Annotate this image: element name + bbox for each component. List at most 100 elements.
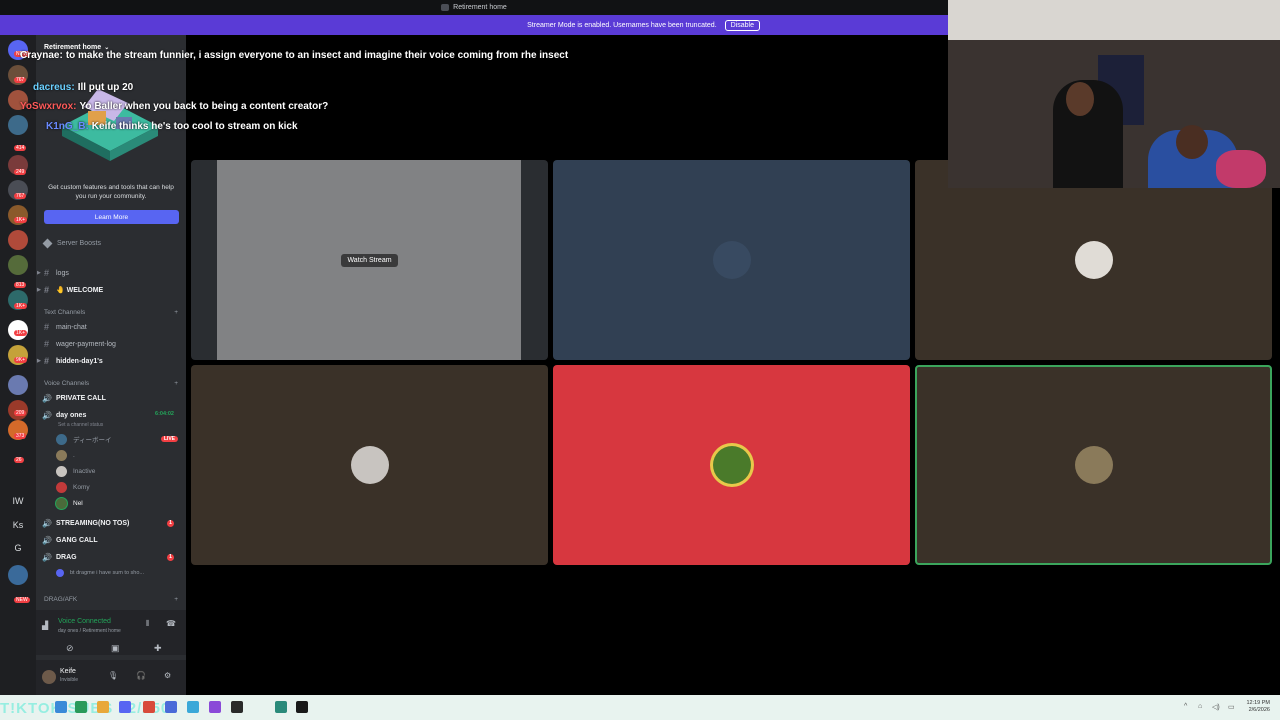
battery-icon[interactable]: ▭ — [1228, 703, 1235, 711]
avatar — [56, 465, 67, 477]
avatar — [56, 497, 67, 509]
server-badge: 1K+ — [14, 330, 28, 336]
voice-channel-private-call[interactable]: 🔊 PRIVATE CALL — [42, 391, 180, 405]
channel-wager-payment-log[interactable]: # wager-payment-log — [42, 337, 180, 351]
server-icon[interactable] — [8, 255, 28, 275]
screen-share-icon[interactable]: ▣ — [111, 643, 120, 654]
learn-more-button[interactable]: Learn More — [44, 210, 179, 224]
voice-channel-drag[interactable]: 🔊 DRAG 1 — [42, 550, 180, 564]
plus-icon[interactable]: + — [174, 596, 178, 603]
plus-icon[interactable]: + — [174, 380, 178, 387]
chat-message: K1nG_B: Keife thinks he's too cool to str… — [46, 121, 298, 132]
server-icon[interactable] — [8, 230, 28, 250]
category-voice-channels[interactable]: Voice Channels + — [44, 380, 178, 387]
disconnect-icon[interactable]: ☎ — [166, 619, 176, 628]
server-initials[interactable]: G — [0, 543, 36, 553]
app-icon[interactable] — [55, 701, 67, 713]
app-icon[interactable] — [296, 701, 308, 713]
headphones-icon[interactable]: 🎧 — [136, 671, 146, 680]
voice-channel-day-ones[interactable]: 🔊 day ones 6:04:02 — [42, 408, 180, 422]
set-channel-status[interactable]: Set a channel status — [58, 422, 103, 428]
server-initials[interactable]: Ks — [0, 520, 36, 530]
noise-suppression-icon[interactable]: ⦀ — [146, 619, 150, 629]
server-icon[interactable] — [8, 565, 28, 585]
server-initials[interactable]: IW — [0, 496, 36, 506]
obs-icon[interactable] — [231, 701, 243, 713]
participant-tile[interactable] — [191, 365, 548, 565]
plus-icon[interactable]: + — [174, 309, 178, 316]
server-icon[interactable] — [8, 375, 28, 395]
folder-icon[interactable] — [97, 701, 109, 713]
streamer-mode-message: Streamer Mode is enabled. Usernames have… — [527, 21, 717, 29]
avatar — [1074, 241, 1113, 279]
server-badge: 209 — [14, 410, 27, 416]
microphone-icon[interactable]: 🎙 — [108, 671, 118, 680]
speaker-icon: 🔊 — [42, 411, 52, 420]
voice-member[interactable]: Komy — [56, 480, 180, 494]
avatar — [712, 241, 751, 279]
voice-member[interactable]: Nel — [56, 496, 180, 510]
hash-icon: # — [43, 285, 49, 295]
avatar — [56, 569, 64, 577]
live-badge: LIVE — [160, 436, 178, 442]
discord-icon[interactable] — [119, 701, 131, 713]
voice-channel-gang-call[interactable]: 🔊 GANG CALL — [42, 533, 180, 547]
hash-icon: # — [43, 322, 49, 332]
app-icon[interactable] — [143, 701, 155, 713]
voice-member[interactable]: ディーボーイ LIVE — [56, 432, 180, 446]
signal-icon: ▟ — [42, 621, 49, 630]
server-badge: 249 — [14, 169, 27, 175]
participant-tile-speaking[interactable] — [915, 365, 1272, 565]
channel-hidden[interactable]: ▶ # hidden-day1's — [37, 354, 180, 368]
avatar — [56, 433, 67, 445]
network-icon[interactable]: ⌂ — [1198, 703, 1202, 710]
tray-chevron-icon[interactable]: ^ — [1184, 703, 1187, 710]
server-badge: 767 — [14, 77, 27, 83]
stream-tile[interactable]: Watch Stream — [191, 160, 548, 360]
voice-member[interactable]: Inactive — [56, 464, 180, 478]
app-icon[interactable] — [165, 701, 177, 713]
disable-streamer-mode-button[interactable]: Disable — [724, 19, 760, 31]
call-timer: 6:04:02 — [155, 411, 174, 417]
voice-member[interactable]: . — [56, 448, 180, 462]
user-status: Invisible — [60, 677, 79, 683]
server-badge: 373 — [14, 433, 27, 439]
server-badge: 767 — [14, 193, 27, 199]
voice-channel-streaming[interactable]: 🔊 STREAMING(NO TOS) 1 — [42, 516, 180, 530]
server-boosts-link[interactable]: Server Boosts — [42, 238, 101, 249]
camera-off-icon[interactable]: ⊘ — [66, 643, 74, 654]
app-icon[interactable] — [209, 701, 221, 713]
window-title: Retirement home — [453, 4, 507, 11]
activities-icon[interactable]: ✚ — [154, 643, 162, 654]
server-badge: 1K+ — [14, 217, 28, 223]
app-icon[interactable] — [75, 701, 87, 713]
channel-welcome[interactable]: ▶ # 🤚 WELCOME — [37, 283, 180, 297]
channel-logs[interactable]: ▶ # logs — [37, 266, 180, 280]
avatar[interactable] — [42, 670, 56, 684]
voice-connected-panel: ▟ Voice Connected day ones / Retirement … — [36, 610, 203, 655]
avatar — [350, 446, 389, 484]
server-badge: NEW — [14, 597, 30, 603]
voice-connected-channel[interactable]: day ones / Retirement home — [58, 628, 121, 634]
server-badge: 9K+ — [14, 357, 28, 363]
hash-icon: # — [43, 339, 49, 349]
browser-icon[interactable] — [187, 701, 199, 713]
participant-tile[interactable] — [553, 160, 910, 360]
promo-text: Get custom features and tools that can h… — [48, 184, 174, 200]
chevron-right-icon: ▶ — [37, 358, 41, 364]
channel-main-chat[interactable]: # main-chat — [42, 320, 180, 334]
participant-tile[interactable] — [553, 365, 910, 565]
watch-stream-button[interactable]: Watch Stream — [341, 253, 398, 267]
voice-member[interactable]: bt dragme i have sum to sho... — [56, 566, 180, 580]
volume-icon[interactable]: ◁) — [1212, 703, 1220, 711]
system-clock[interactable]: 12:19 PM 2/6/2026 — [1246, 700, 1270, 714]
avatar — [56, 481, 67, 493]
gear-icon[interactable]: ⚙ — [164, 671, 171, 680]
category-drag-afk[interactable]: DRAG/AFK + — [44, 596, 178, 603]
app-icon[interactable] — [275, 701, 287, 713]
server-icon[interactable] — [8, 115, 28, 135]
participant-tile[interactable] — [915, 160, 1272, 360]
chat-message: YoSwxrvox: Yo Baller when you back to bei… — [20, 101, 329, 112]
server-rail: NEW 767 414 249 767 1K+ 813 1K+ 1K+ 9K+ … — [0, 35, 36, 695]
category-text-channels[interactable]: Text Channels + — [44, 309, 178, 316]
